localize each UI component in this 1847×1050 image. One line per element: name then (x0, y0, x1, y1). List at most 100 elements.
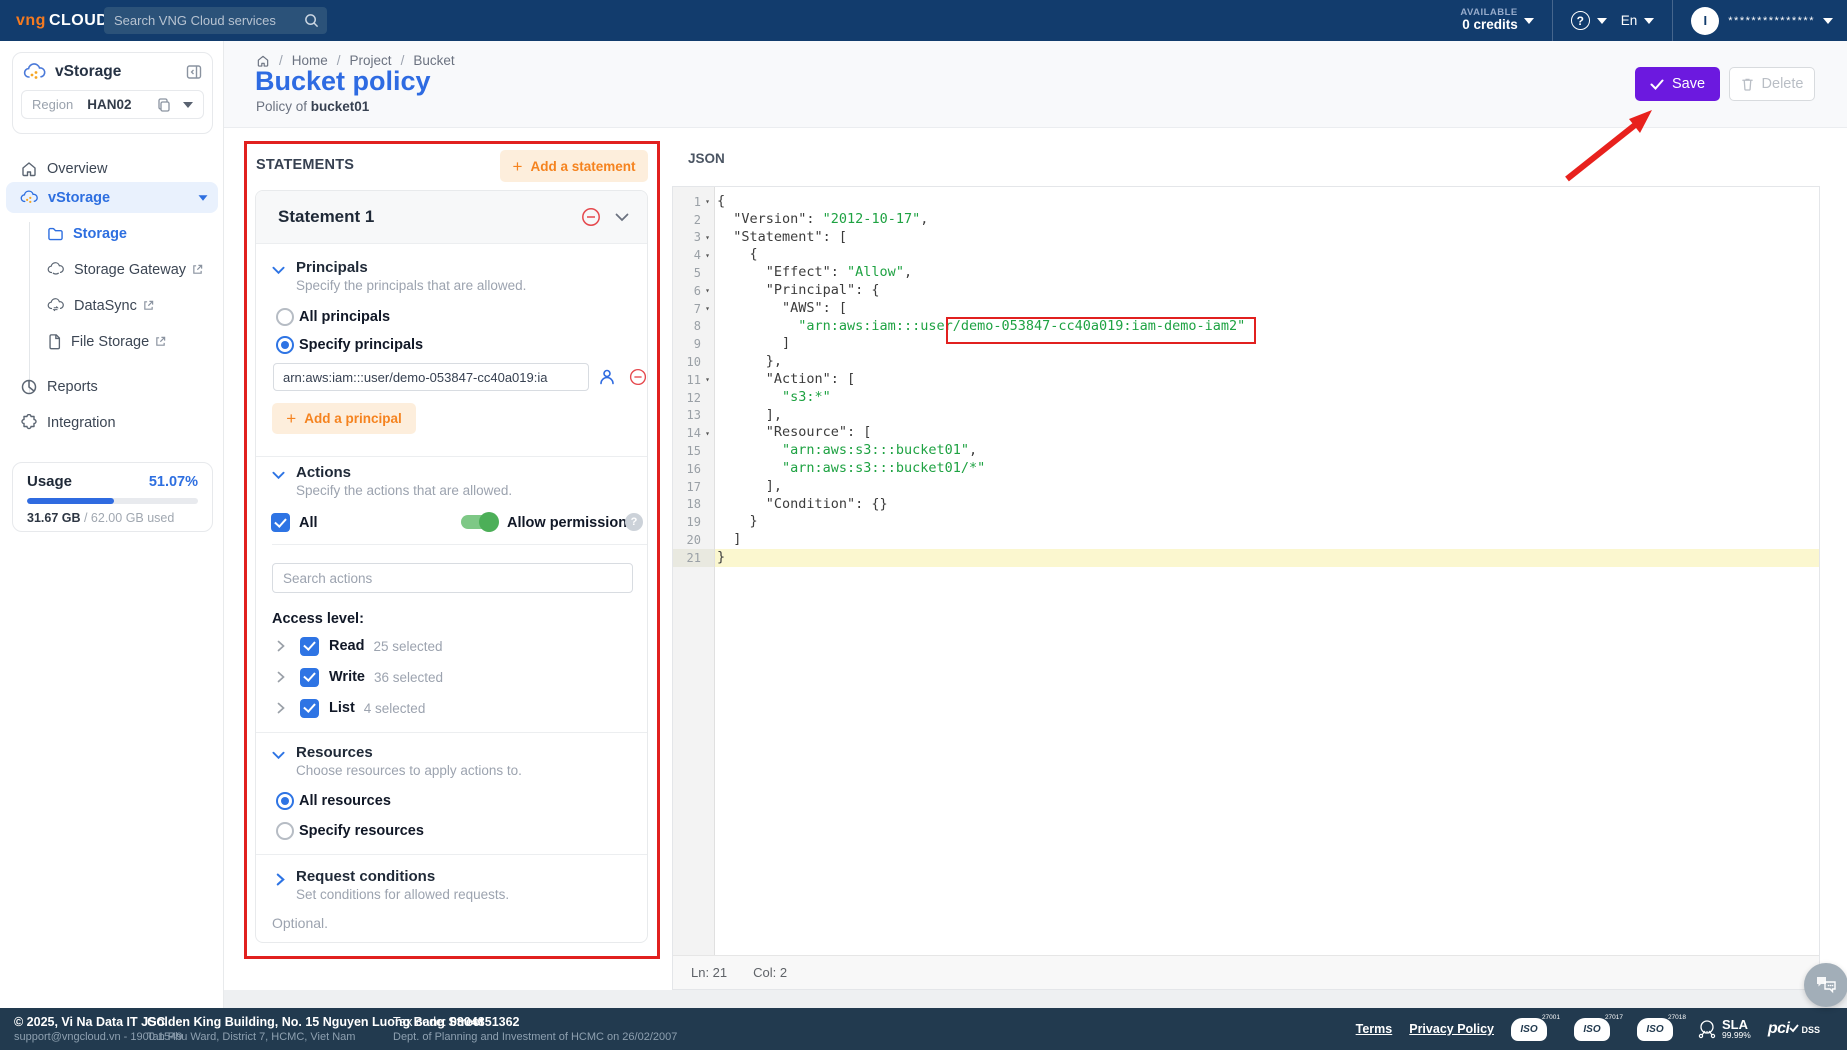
gutter-line[interactable]: 9 (673, 335, 714, 353)
sidebar-item-vstorage[interactable]: vStorage (0, 182, 224, 213)
language-caret-icon[interactable] (1644, 18, 1654, 24)
add-statement-button[interactable]: + Add a statement (500, 150, 648, 182)
expand-chevron-icon[interactable] (277, 671, 285, 683)
sidebar-item-overview[interactable]: Overview (0, 153, 224, 184)
credits-info[interactable]: AVAILABLE 0 credits (1460, 8, 1517, 33)
sidebar-item-storage-gateway[interactable]: Storage Gateway (0, 254, 224, 285)
gutter-line[interactable]: 4▾ (673, 246, 714, 264)
help-icon[interactable]: ? (1571, 11, 1590, 30)
list-checkbox[interactable] (300, 699, 319, 718)
code-line[interactable]: "Resource": [ (715, 424, 1819, 442)
privacy-policy-link[interactable]: Privacy Policy (1409, 1022, 1494, 1036)
sidebar-item-integration[interactable]: Integration (0, 407, 224, 438)
gutter-line[interactable]: 6▾ (673, 282, 714, 300)
gutter-line[interactable]: 12 (673, 389, 714, 407)
principals-section-header[interactable]: Principals Specify the principals that a… (296, 259, 526, 293)
gutter-line[interactable]: 13 (673, 407, 714, 425)
allow-permissions-help-icon[interactable]: ? (625, 513, 643, 531)
sidebar-item-reports[interactable]: Reports (0, 371, 224, 402)
copy-icon[interactable] (157, 98, 171, 112)
gutter-line[interactable]: 20 (673, 531, 714, 549)
gutter-line[interactable]: 15 (673, 442, 714, 460)
code-line[interactable]: }, (715, 353, 1819, 371)
gutter-line[interactable]: 19 (673, 513, 714, 531)
editor-code[interactable]: { "Version": "2012-10-17", "Statement": … (715, 187, 1819, 955)
access-level-row-read[interactable]: Read 25 selected (270, 636, 630, 656)
access-level-row-write[interactable]: Write 36 selected (270, 667, 630, 687)
gutter-line[interactable]: 2 (673, 211, 714, 229)
code-line[interactable]: "AWS": [ (715, 300, 1819, 318)
save-button[interactable]: Save (1635, 67, 1720, 101)
specify-principals-label[interactable]: Specify principals (299, 337, 423, 353)
global-search-input[interactable] (114, 13, 304, 28)
gutter-line[interactable]: 10 (673, 353, 714, 371)
read-checkbox[interactable] (300, 637, 319, 656)
global-search[interactable] (104, 7, 327, 34)
statement-card-header[interactable]: Statement 1 (256, 191, 647, 244)
account-caret-icon[interactable] (1823, 18, 1833, 24)
delete-button[interactable]: Delete (1729, 67, 1815, 101)
code-line[interactable]: ] (715, 531, 1819, 549)
principal-arn-input[interactable] (273, 363, 589, 391)
credits-caret-icon[interactable] (1524, 18, 1534, 24)
expand-chevron-icon[interactable] (277, 640, 285, 652)
all-resources-radio[interactable] (276, 792, 294, 810)
vstorage-expand-caret-icon[interactable] (199, 195, 208, 200)
code-line[interactable]: } (715, 513, 1819, 531)
language-selector[interactable]: En (1621, 13, 1638, 28)
all-principals-radio[interactable] (276, 308, 294, 326)
all-principals-label[interactable]: All principals (299, 309, 390, 325)
principal-user-icon[interactable] (598, 368, 616, 386)
code-line[interactable]: "Condition": {} (715, 496, 1819, 514)
code-line[interactable]: "Version": "2012-10-17", (715, 211, 1819, 229)
code-line[interactable]: "Action": [ (715, 371, 1819, 389)
chat-fab[interactable] (1804, 963, 1847, 1007)
remove-principal-icon[interactable] (629, 368, 647, 386)
gutter-line[interactable]: 8 (673, 318, 714, 336)
gutter-line[interactable]: 18 (673, 496, 714, 514)
add-principal-button[interactable]: + Add a principal (272, 403, 416, 434)
actions-chevron-icon[interactable] (272, 469, 285, 482)
specify-principals-radio[interactable] (276, 336, 294, 354)
region-caret-icon[interactable] (183, 102, 193, 108)
code-line[interactable]: "Effect": "Allow", (715, 264, 1819, 282)
actions-all-label[interactable]: All (299, 515, 318, 531)
terms-link[interactable]: Terms (1356, 1022, 1393, 1036)
gutter-line[interactable]: 16 (673, 460, 714, 478)
code-line[interactable]: "Principal": { (715, 282, 1819, 300)
code-line[interactable]: } (715, 549, 1819, 567)
resources-chevron-icon[interactable] (272, 749, 285, 762)
help-caret-icon[interactable] (1597, 18, 1607, 24)
code-line[interactable]: "arn:aws:s3:::bucket01", (715, 442, 1819, 460)
all-resources-label[interactable]: All resources (299, 793, 391, 809)
code-line[interactable]: "arn:aws:s3:::bucket01/*" (715, 460, 1819, 478)
json-editor[interactable]: 1▾23▾4▾56▾7▾891011▾121314▾15161718192021… (672, 186, 1820, 990)
resources-section-header[interactable]: Resources Choose resources to apply acti… (296, 744, 522, 778)
specify-resources-radio[interactable] (276, 822, 294, 840)
principals-chevron-icon[interactable] (272, 264, 285, 277)
code-line[interactable]: "s3:*" (715, 389, 1819, 407)
actions-all-checkbox[interactable] (271, 513, 290, 532)
code-line[interactable]: ], (715, 478, 1819, 496)
gutter-line[interactable]: 11▾ (673, 371, 714, 389)
allow-permissions-toggle[interactable] (461, 515, 497, 529)
write-checkbox[interactable] (300, 668, 319, 687)
code-line[interactable]: ], (715, 407, 1819, 425)
code-line[interactable]: { (715, 193, 1819, 211)
gutter-line[interactable]: 7▾ (673, 300, 714, 318)
gutter-line[interactable]: 1▾ (673, 193, 714, 211)
code-line[interactable]: ] (715, 335, 1819, 353)
conditions-chevron-icon[interactable] (274, 873, 287, 886)
code-line[interactable]: { (715, 246, 1819, 264)
gutter-line[interactable]: 5 (673, 264, 714, 282)
vng-cloud-logo[interactable]: vngCLOUD (16, 12, 108, 30)
code-line[interactable]: "Statement": [ (715, 229, 1819, 247)
gutter-line[interactable]: 17 (673, 478, 714, 496)
collapse-sidebar-icon[interactable] (186, 64, 202, 80)
access-level-row-list[interactable]: List 4 selected (270, 698, 630, 718)
remove-statement-icon[interactable] (581, 207, 601, 227)
gutter-line[interactable]: 21 (673, 549, 714, 567)
region-selector[interactable]: Region HAN02 (21, 90, 204, 119)
actions-section-header[interactable]: Actions Specify the actions that are all… (296, 464, 512, 498)
search-actions-input[interactable] (272, 563, 633, 593)
